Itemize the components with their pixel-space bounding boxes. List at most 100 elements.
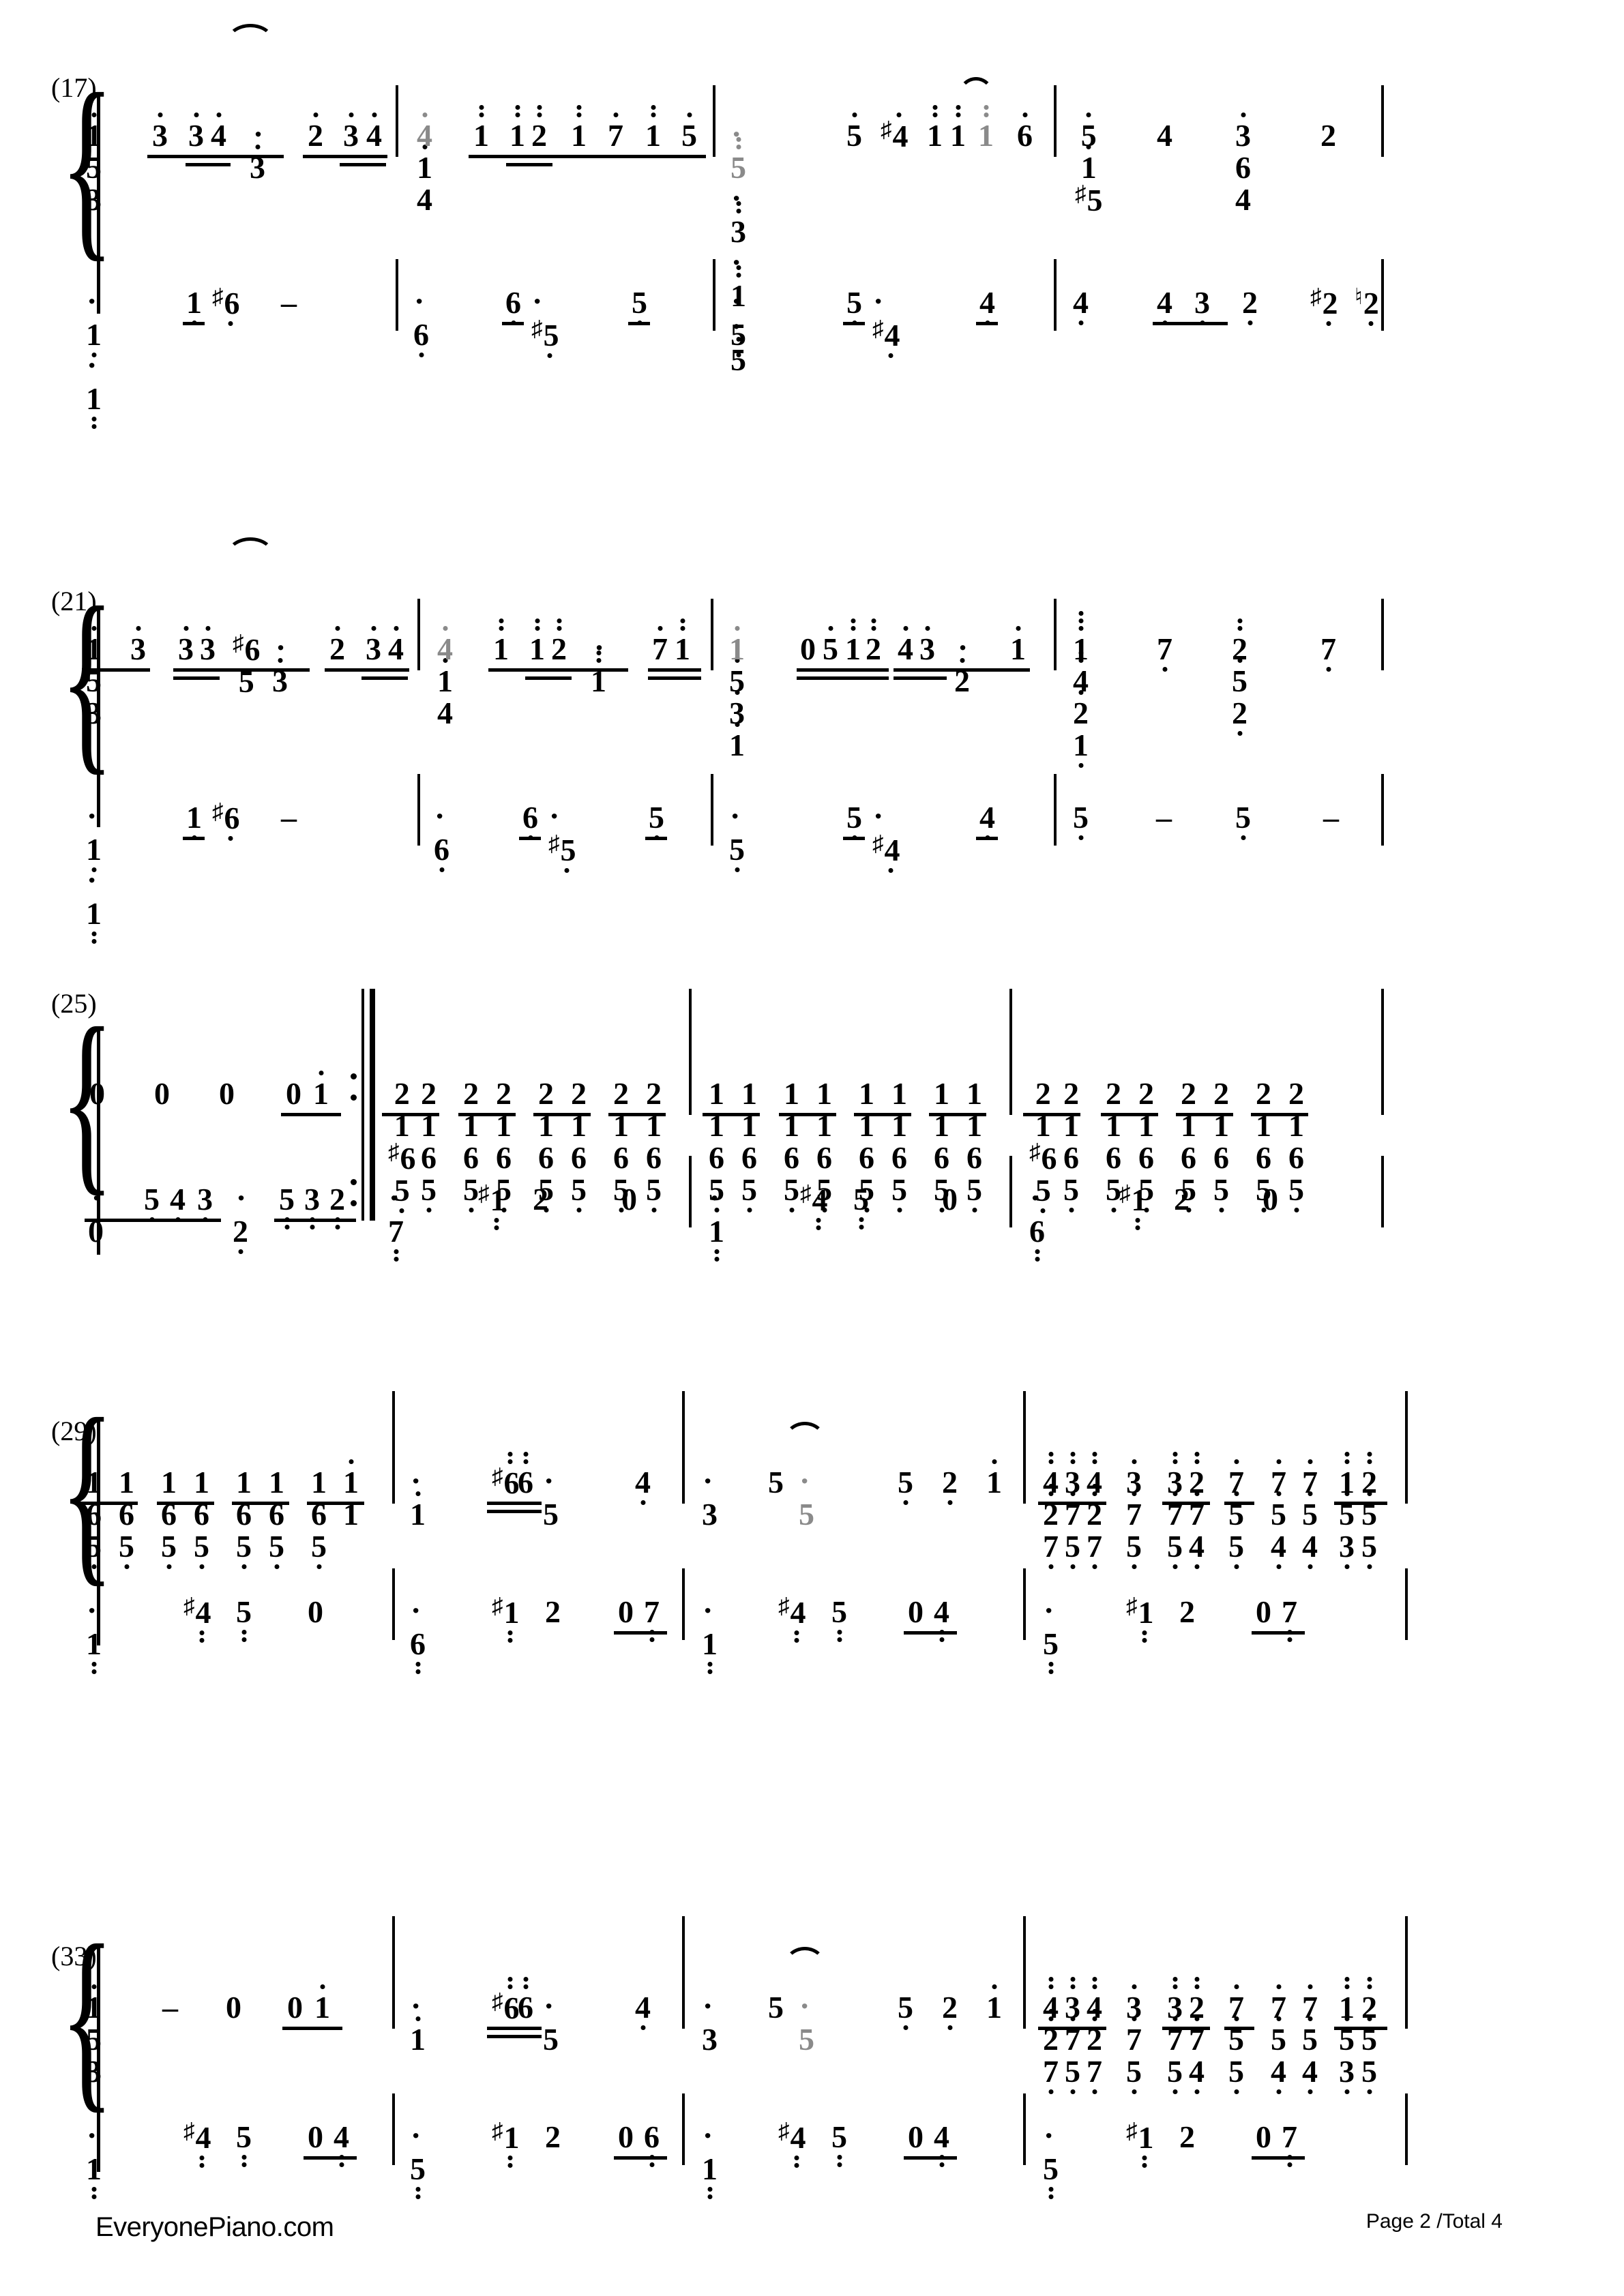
chord: 1 3 5 1 xyxy=(728,626,745,761)
note: 0 xyxy=(154,1076,170,1111)
note: 7 xyxy=(1270,1459,1287,1498)
note-group: 1 · xyxy=(409,1990,426,2055)
octave-dot-down xyxy=(576,1206,581,1214)
note-group: 2 xyxy=(550,618,567,665)
note-group: 5 xyxy=(278,1183,295,1229)
note-group: 4 xyxy=(169,1183,186,1222)
octave-dot-down xyxy=(903,2024,908,2031)
note-group: 3 xyxy=(188,113,205,151)
note: ♯6 xyxy=(491,1977,520,2024)
octave-dot-down xyxy=(794,1629,799,1644)
note: 5 xyxy=(1235,801,1252,840)
octave-dot-up xyxy=(216,111,221,119)
sharp-icon: ♯ xyxy=(492,1465,503,1489)
octave-dot-up xyxy=(896,111,902,119)
note: 5 xyxy=(728,833,745,872)
chord: 7 2 4 xyxy=(1086,1977,1103,2094)
note: 5 xyxy=(1125,2055,1142,2094)
note-group: 5 xyxy=(831,2121,848,2167)
octave-dot-up xyxy=(871,617,876,632)
note-group: 1 · xyxy=(590,631,607,697)
note: 2 xyxy=(329,626,346,665)
note-group: 4 xyxy=(1156,286,1173,325)
note: 1 xyxy=(186,801,203,840)
augmentation-dot: · xyxy=(411,2118,422,2153)
note: 5 xyxy=(831,1596,848,1642)
sharp-icon: ♯ xyxy=(492,1990,503,2014)
note-group: 0 xyxy=(307,1596,324,1628)
note: 0 xyxy=(1263,1182,1278,1217)
note: ♯6 xyxy=(211,801,241,841)
note: 6 xyxy=(505,286,522,325)
note: 2 xyxy=(1231,697,1248,736)
note: 5 xyxy=(543,1497,559,1532)
note-group: 1 xyxy=(674,618,691,665)
note: 1 xyxy=(1072,729,1089,768)
barline xyxy=(1009,1156,1012,1227)
octave-dot-up xyxy=(1241,111,1245,119)
note: 5 xyxy=(160,1530,177,1569)
note: 1 xyxy=(1072,611,1089,665)
chord: 3 5 1 xyxy=(85,1984,102,2087)
octave-dot-down xyxy=(494,1217,499,1232)
note: 4 xyxy=(1042,1977,1059,2023)
note: 5 xyxy=(1270,1491,1287,1530)
note-group: 2 xyxy=(865,618,882,665)
barline xyxy=(689,989,692,1115)
note-group: 4 xyxy=(387,626,404,665)
note: 2 xyxy=(421,1076,437,1111)
octave-dot-up xyxy=(925,625,930,632)
note: 2 xyxy=(1361,1977,1378,2023)
note: ♯5 xyxy=(531,318,560,358)
octave-dot-down xyxy=(91,1660,96,1675)
note: 5 xyxy=(1166,1530,1183,1569)
note-group: 2 xyxy=(1320,119,1337,151)
barline xyxy=(1023,1916,1026,2029)
note: 6 xyxy=(613,1140,629,1175)
augmentation-dot: · xyxy=(873,284,884,318)
chord: 5 612 xyxy=(1063,1077,1080,1212)
note: 5 xyxy=(853,1183,870,1229)
note-group: ♯4 xyxy=(799,1183,829,1230)
note: 5 xyxy=(1361,1530,1378,1569)
barline xyxy=(1023,2093,1026,2165)
beam xyxy=(779,1113,836,1116)
beam xyxy=(232,1502,289,1505)
octave-dot-down xyxy=(888,867,894,874)
note: 6 xyxy=(1181,1140,1196,1175)
note: 3 xyxy=(1194,286,1211,325)
note-group: 3 xyxy=(919,626,936,665)
note-group: ♯6 xyxy=(211,286,241,326)
beam xyxy=(173,668,310,672)
note: 5 xyxy=(730,318,747,357)
note-group: 2 xyxy=(544,2121,561,2153)
augmentation-dot: · xyxy=(87,799,98,833)
note: 1 xyxy=(85,897,102,944)
note-group: 1 · xyxy=(409,1465,426,1530)
sharp-icon: ♯ xyxy=(872,317,884,342)
note: 6 xyxy=(1213,1140,1229,1175)
chord: 3 5 1 xyxy=(1338,1977,1355,2094)
beam xyxy=(1101,1113,1158,1116)
octave-dot-up xyxy=(349,111,353,119)
beam xyxy=(533,1113,591,1116)
note-group: 1 xyxy=(949,105,966,151)
octave-dot-up xyxy=(523,1976,528,1991)
augmentation-dot: · xyxy=(87,284,98,318)
octave-dot-up xyxy=(349,1458,353,1465)
chord: 5 7 3 xyxy=(1064,1977,1081,2094)
note: 1 xyxy=(85,318,102,357)
note: 1 xyxy=(161,1465,177,1500)
barline xyxy=(682,1568,685,1640)
octave-dot-up xyxy=(1344,1976,1349,1991)
note-group: 1 xyxy=(186,801,203,840)
beam xyxy=(340,163,386,166)
beam xyxy=(1162,2027,1210,2030)
note-group: 0 xyxy=(89,1077,106,1109)
octave-dot-up xyxy=(1276,1983,1281,1991)
note-group: 1 xyxy=(492,618,510,665)
octave-dot-up xyxy=(479,104,484,119)
beam xyxy=(614,1631,667,1635)
note: 4 xyxy=(1270,1530,1287,1569)
note-group: 3 · xyxy=(249,118,266,183)
